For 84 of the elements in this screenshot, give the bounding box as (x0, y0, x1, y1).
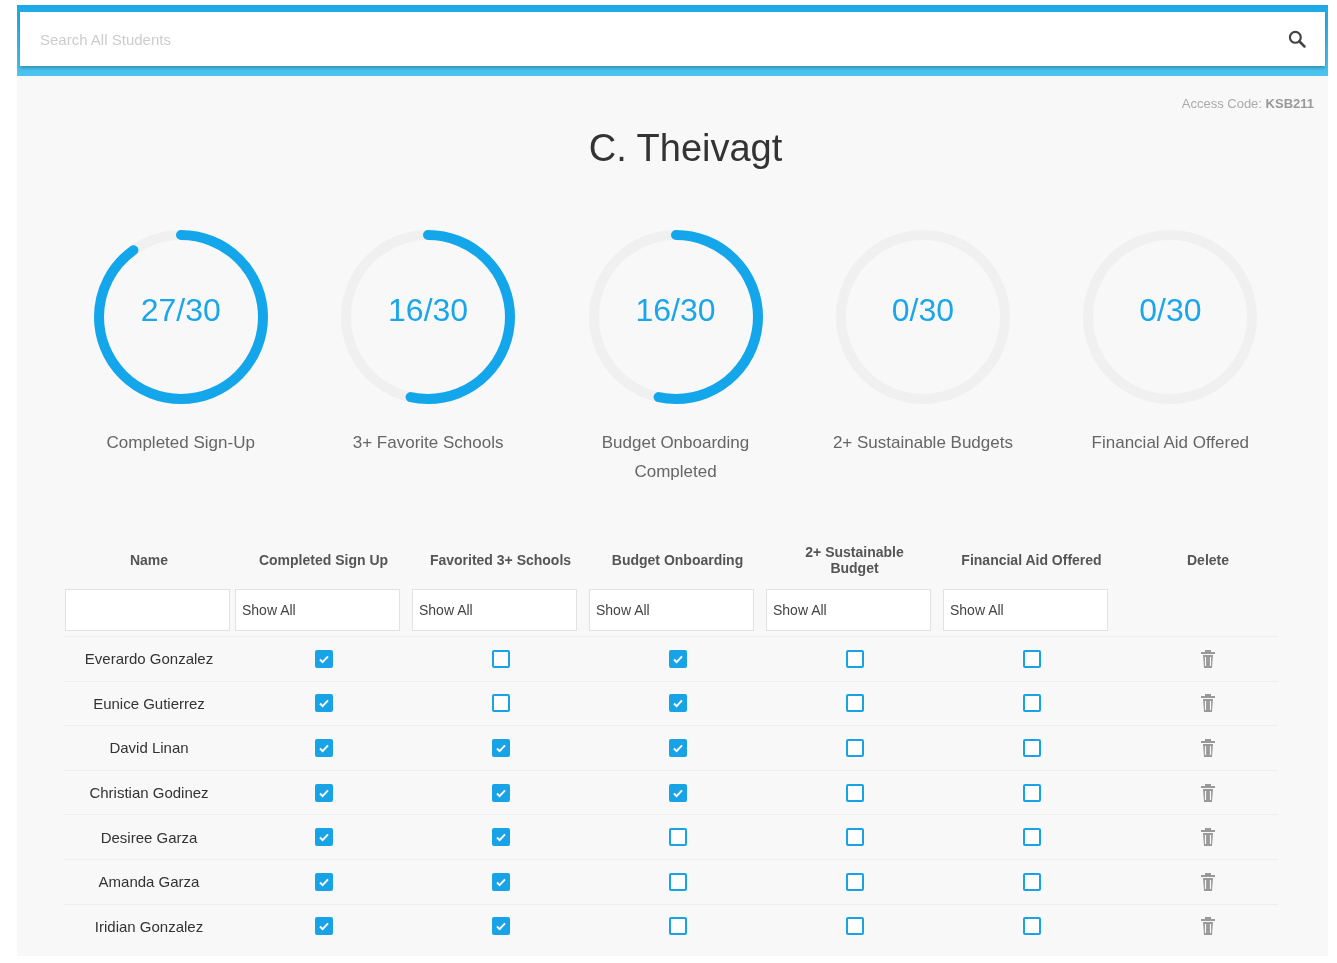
checkbox[interactable] (668, 649, 687, 668)
progress-count: 16/30 (634, 292, 717, 329)
column-header: Financial Aid Offered (961, 552, 1102, 568)
column-header: Delete (1187, 552, 1229, 568)
checkbox[interactable] (1022, 739, 1041, 757)
checkbox[interactable] (1022, 917, 1041, 936)
column-header: Name (129, 552, 169, 568)
access-code: Access Code: KSB211 (1181, 96, 1314, 111)
name-filter-field[interactable] (65, 589, 230, 631)
progress-count: 0/30 (890, 292, 956, 329)
trash-icon[interactable] (1201, 649, 1215, 668)
check-icon (671, 697, 684, 710)
student-name: Everardo Gonzalez (83, 650, 215, 668)
checkbox[interactable] (668, 739, 687, 757)
student-name: Eunice Gutierrez (92, 694, 206, 712)
check-icon (317, 920, 330, 933)
column-header: Budget Onboarding (611, 552, 744, 568)
checkbox[interactable] (491, 649, 510, 668)
checkbox[interactable] (491, 739, 510, 757)
checkbox[interactable] (845, 649, 864, 668)
filter-dropdown[interactable]: Show All (235, 589, 400, 631)
column-header: Favorited 3+ Schools (429, 552, 572, 568)
column-header: Completed Sign Up (258, 552, 389, 568)
trash-icon[interactable] (1201, 872, 1215, 891)
checkbox[interactable] (491, 783, 510, 802)
trash-icon[interactable] (1201, 694, 1215, 713)
checkbox[interactable] (845, 917, 864, 936)
checkbox[interactable] (1022, 872, 1041, 891)
trash-icon[interactable] (1201, 739, 1215, 757)
checkbox[interactable] (668, 783, 687, 802)
checkbox[interactable] (845, 872, 864, 891)
checkbox[interactable] (1022, 783, 1041, 802)
student-name: Iridian Gonzalez (93, 917, 205, 935)
checkbox[interactable] (668, 694, 687, 713)
teacher-name: C. Theivagt (587, 127, 784, 170)
check-icon (317, 742, 330, 754)
check-icon (317, 697, 330, 710)
progress-label: 3+ Favorite Schools (351, 432, 505, 454)
check-icon (494, 742, 507, 754)
trash-icon[interactable] (1201, 828, 1215, 847)
checkbox[interactable] (1022, 694, 1041, 713)
checkbox[interactable] (845, 739, 864, 757)
checkbox[interactable] (314, 783, 333, 802)
progress-label: 2+ Sustainable Budgets (831, 432, 1014, 454)
checkbox[interactable] (314, 828, 333, 847)
checkbox[interactable] (668, 917, 687, 936)
checkbox[interactable] (845, 783, 864, 802)
student-name: Desiree Garza (99, 828, 199, 846)
checkbox[interactable] (1022, 649, 1041, 668)
filter-dropdown[interactable]: Show All (589, 589, 754, 631)
progress-count: 16/30 (387, 292, 470, 329)
check-icon (317, 831, 330, 844)
progress-label: Completed Sign-Up (105, 432, 256, 454)
checkbox[interactable] (314, 649, 333, 668)
checkbox[interactable] (314, 739, 333, 757)
checkbox[interactable] (668, 872, 687, 891)
filter-dropdown[interactable]: Show All (412, 589, 577, 631)
trash-icon[interactable] (1201, 783, 1215, 802)
student-name: Amanda Garza (97, 873, 201, 891)
column-header: 2+ Sustainable Budget (804, 544, 905, 576)
search-icon[interactable] (1287, 29, 1307, 49)
checkbox[interactable] (491, 694, 510, 713)
checkbox[interactable] (314, 872, 333, 891)
check-icon (494, 920, 507, 933)
filter-dropdown[interactable]: Show All (943, 589, 1108, 631)
checkbox[interactable] (668, 828, 687, 847)
progress-label: Budget Onboarding Completed (600, 432, 751, 483)
filter-dropdown[interactable]: Show All (766, 589, 931, 631)
checkbox[interactable] (845, 828, 864, 847)
checkbox[interactable] (314, 694, 333, 713)
progress-count: 27/30 (139, 292, 222, 329)
student-name: David Linan (108, 739, 190, 757)
check-icon (494, 831, 507, 844)
check-icon (671, 742, 684, 754)
checkbox[interactable] (491, 917, 510, 936)
progress-count: 0/30 (1138, 292, 1203, 329)
progress-label: Financial Aid Offered (1090, 432, 1251, 454)
trash-icon[interactable] (1201, 917, 1215, 936)
checkbox[interactable] (314, 917, 333, 936)
checkbox[interactable] (491, 872, 510, 891)
checkbox[interactable] (845, 694, 864, 713)
checkbox[interactable] (491, 828, 510, 847)
checkbox[interactable] (1022, 828, 1041, 847)
student-name: Christian Godinez (88, 784, 210, 802)
